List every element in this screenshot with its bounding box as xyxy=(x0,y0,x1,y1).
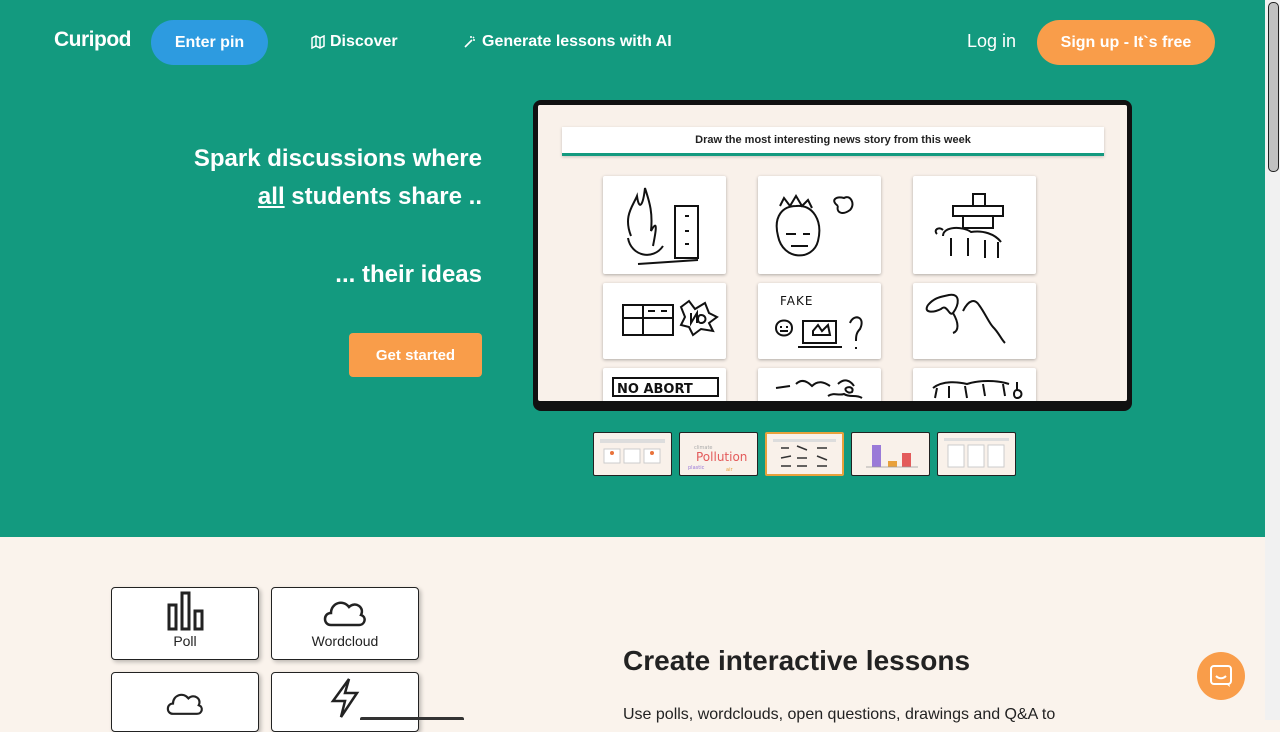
headline-underlined-word: all xyxy=(257,183,285,210)
generate-lessons-link[interactable]: Generate lessons with AI xyxy=(463,33,672,51)
poll-label: Poll xyxy=(173,633,197,649)
poll-tile[interactable]: Poll xyxy=(111,587,259,660)
drawing-card xyxy=(758,368,881,401)
wordcloud-preview-icon: climatePollutionplastic air xyxy=(688,445,747,473)
slide-thumbnails: climate Pollution plastic air xyxy=(593,432,1016,476)
drawing-card xyxy=(913,368,1036,401)
open-question-tile[interactable] xyxy=(111,672,259,732)
quick-tile[interactable] xyxy=(271,672,419,732)
drawing-slide-preview-icon xyxy=(773,439,836,467)
svg-text:air: air xyxy=(726,467,733,473)
drawing-card xyxy=(603,283,726,359)
fake-laptop-drawing: FAKE xyxy=(775,294,863,349)
cloud-icon xyxy=(166,693,203,715)
generate-label: Generate lessons with AI xyxy=(482,33,672,50)
get-started-button[interactable]: Get started xyxy=(349,333,482,377)
slide-preview-icon xyxy=(600,439,665,464)
cloud-icon xyxy=(323,601,366,627)
drip-drawing xyxy=(932,380,1023,400)
headline-line3: ... their ideas xyxy=(335,261,482,288)
chat-launcher-button[interactable] xyxy=(1197,652,1245,700)
tablet-preview: Draw the most interesting news story fro… xyxy=(533,100,1132,411)
magic-wand-icon xyxy=(464,36,475,48)
map-icon xyxy=(311,35,325,49)
curipod-logo[interactable]: Curipod xyxy=(54,28,131,52)
person-drawing xyxy=(775,194,854,257)
scrollbar-thumb[interactable] xyxy=(1268,2,1279,172)
headline-line2: students share .. xyxy=(284,183,482,210)
login-link[interactable]: Log in xyxy=(967,31,1016,52)
cards-preview-icon xyxy=(944,438,1009,468)
svg-text:FAKE: FAKE xyxy=(780,294,813,308)
svg-text:Pollution: Pollution xyxy=(696,450,747,464)
drawing-card xyxy=(913,176,1036,274)
section-title: Create interactive lessons xyxy=(623,645,971,676)
wordcloud-label: Wordcloud xyxy=(311,633,379,649)
discover-label: Discover xyxy=(330,33,398,50)
wordcloud-tile[interactable]: Wordcloud xyxy=(271,587,419,660)
section-text: Use polls, wordclouds, open questions, d… xyxy=(623,706,1056,723)
svg-text:NO ABORT: NO ABORT xyxy=(617,382,693,397)
enter-pin-button[interactable]: Enter pin xyxy=(151,20,268,65)
map-outline-drawing xyxy=(925,293,1006,344)
hero-headline: Spark discussions where all students sha… xyxy=(194,140,482,294)
hero-section: Curipod Enter pin Discover Generate less… xyxy=(0,0,1265,537)
slide-thumbnail-active[interactable] xyxy=(765,432,844,476)
slide-thumbnail[interactable] xyxy=(937,432,1016,476)
headline-line1: Spark discussions where xyxy=(193,145,482,172)
signup-button[interactable]: Sign up - It`s free xyxy=(1037,20,1215,65)
cow-drawing xyxy=(934,193,1004,258)
discover-link[interactable]: Discover xyxy=(311,33,398,51)
no-abort-drawing: NO ABORT xyxy=(612,377,719,397)
scrollbar[interactable] xyxy=(1265,0,1280,720)
drawing-card: FAKE xyxy=(758,283,881,359)
svg-text:plastic: plastic xyxy=(688,465,705,471)
chat-icon xyxy=(1210,665,1232,687)
slide-prompt: Draw the most interesting news story fro… xyxy=(562,127,1104,156)
lightning-icon xyxy=(330,678,360,718)
slide-thumbnail[interactable] xyxy=(593,432,672,476)
drawing-card xyxy=(758,176,881,274)
drawing-card: NO ABORT xyxy=(603,368,726,401)
slide-screen: Draw the most interesting news story fro… xyxy=(538,105,1127,401)
drawing-card xyxy=(913,283,1036,359)
no-sign-drawing xyxy=(622,299,719,337)
slide-thumbnail[interactable]: climate Pollution plastic air xyxy=(679,432,758,476)
bar-chart-icon xyxy=(167,591,204,631)
poll-preview-icon xyxy=(866,445,918,468)
scribble-drawing xyxy=(775,379,863,399)
fire-building-drawing xyxy=(627,187,699,265)
drawing-card xyxy=(603,176,726,274)
slide-thumbnail[interactable] xyxy=(851,432,930,476)
